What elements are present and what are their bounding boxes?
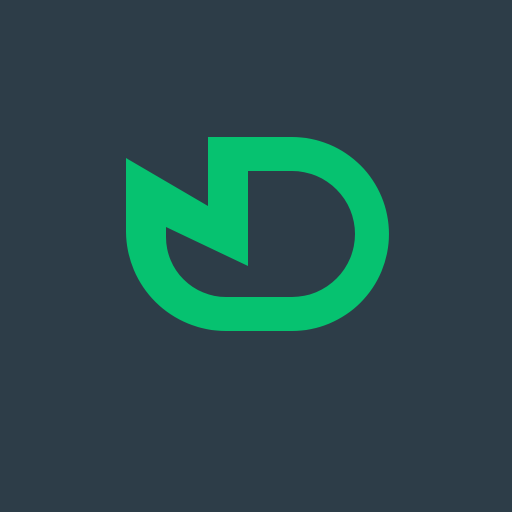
app-icon-canvas <box>0 0 512 512</box>
logo-mark <box>126 137 389 331</box>
dn-monogram-logo-icon <box>126 137 389 331</box>
